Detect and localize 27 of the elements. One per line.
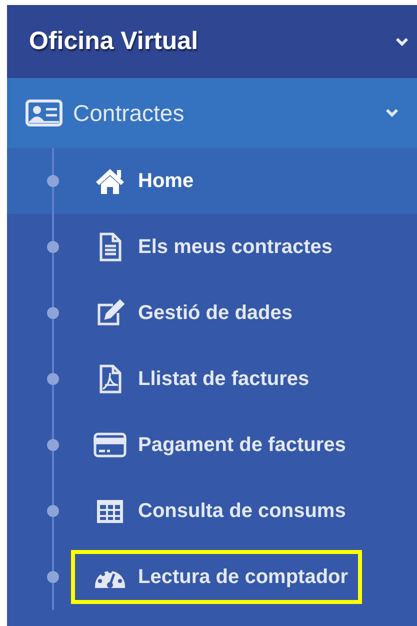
app-title: Oficina Virtual — [29, 27, 200, 56]
menu-label: Els meus contractes — [138, 236, 333, 258]
timeline-dot — [47, 505, 59, 517]
id-card-icon — [25, 99, 63, 127]
menu-item[interactable]: Pagament de factures — [7, 412, 417, 478]
timeline-dot — [47, 439, 59, 451]
timeline-dot — [47, 307, 59, 319]
credit-card-icon — [93, 430, 127, 460]
section-label: Contractes — [73, 100, 186, 126]
menu-label: Gestió de dades — [138, 302, 292, 324]
menu-item[interactable]: Consulta de consums — [7, 478, 417, 544]
menu-label: Lectura de comptador — [138, 566, 348, 588]
timeline-dot — [47, 175, 59, 187]
menu-label: Consulta de consums — [138, 500, 346, 522]
sidebar-header[interactable]: Oficina Virtual — [7, 5, 417, 78]
menu-item[interactable]: Gestió de dades — [7, 280, 417, 346]
timeline-dot — [47, 373, 59, 385]
menu-label: Home — [138, 170, 194, 192]
menu-item[interactable]: Els meus contractes — [7, 214, 417, 280]
timeline-dot — [47, 241, 59, 253]
menu-item[interactable]: Home — [7, 148, 417, 214]
menu-label: Pagament de factures — [138, 434, 346, 456]
menu-section[interactable]: Contractes — [7, 78, 417, 148]
menu-item[interactable]: Llistat de factures — [7, 346, 417, 412]
menu-item[interactable]: Lectura de comptador — [7, 544, 417, 610]
menu-label: Llistat de factures — [138, 368, 310, 390]
timeline-dot — [47, 571, 59, 583]
